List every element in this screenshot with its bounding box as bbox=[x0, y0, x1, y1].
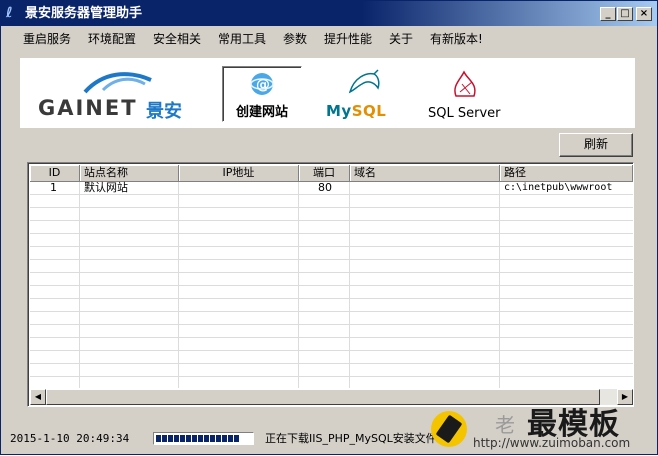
progress-block bbox=[204, 435, 209, 442]
table-row-empty bbox=[30, 351, 633, 364]
menu-new-version[interactable]: 有新版本! bbox=[430, 32, 483, 47]
close-button[interactable]: × bbox=[636, 7, 652, 21]
progress-block bbox=[174, 435, 179, 442]
status-message: 正在下载IIS_PHP_MySQL安装文件 bbox=[265, 432, 437, 445]
sqlserver-icon bbox=[454, 70, 476, 97]
gainet-brand-cn: 景安 bbox=[146, 101, 182, 122]
download-progress-bar bbox=[153, 432, 254, 445]
table-row-empty bbox=[30, 325, 633, 338]
menu-env-config[interactable]: 环境配置 bbox=[88, 32, 136, 47]
menu-tools[interactable]: 常用工具 bbox=[218, 32, 266, 47]
gainet-logo: GAINET 景安 bbox=[38, 68, 198, 122]
table-row-empty bbox=[30, 312, 633, 325]
table-row-empty bbox=[30, 260, 633, 273]
menu-bar: 重启服务 环境配置 安全相关 常用工具 参数 提升性能 关于 有新版本! bbox=[1, 27, 657, 51]
table-row-empty bbox=[30, 208, 633, 221]
refresh-button[interactable]: 刷新 bbox=[559, 133, 633, 157]
site-list[interactable]: ID 站点名称 IP地址 端口 域名 路径 1 默认网站 80 c:\inetp… bbox=[27, 162, 634, 407]
table-row-empty bbox=[30, 286, 633, 299]
app-window: ℓ 景安服务器管理助手 _ □ × 重启服务 环境配置 安全相关 常用工具 参数… bbox=[0, 0, 658, 455]
progress-block bbox=[156, 435, 161, 442]
app-icon: ℓ bbox=[6, 5, 13, 21]
sqlserver-button[interactable]: SQL Server bbox=[422, 66, 504, 122]
progress-block bbox=[162, 435, 167, 442]
progress-block bbox=[180, 435, 185, 442]
progress-block bbox=[222, 435, 227, 442]
table-row-empty bbox=[30, 195, 633, 208]
list-body: 1 默认网站 80 c:\inetpub\wwwroot bbox=[30, 182, 633, 390]
scroll-left-arrow-icon[interactable]: ◀ bbox=[30, 389, 46, 405]
create-site-label: 创建网站 bbox=[235, 105, 288, 120]
progress-block bbox=[198, 435, 203, 442]
globe-icon: @ bbox=[250, 73, 274, 95]
cell-port: 80 bbox=[318, 181, 332, 194]
list-header: ID 站点名称 IP地址 端口 域名 路径 bbox=[30, 165, 633, 182]
progress-block bbox=[216, 435, 221, 442]
progress-block bbox=[210, 435, 215, 442]
menu-about[interactable]: 关于 bbox=[389, 32, 413, 47]
column-header-ip[interactable]: IP地址 bbox=[179, 165, 299, 182]
progress-block bbox=[186, 435, 191, 442]
menu-security[interactable]: 安全相关 bbox=[153, 32, 201, 47]
table-row-empty bbox=[30, 338, 633, 351]
minimize-button[interactable]: _ bbox=[600, 7, 616, 21]
sqlserver-label: SQL Server bbox=[428, 106, 501, 121]
table-row-empty bbox=[30, 234, 633, 247]
table-row[interactable]: 1 默认网站 80 c:\inetpub\wwwroot bbox=[30, 182, 633, 195]
progress-fill bbox=[156, 435, 239, 442]
pencil-logo-icon bbox=[431, 411, 467, 447]
mysql-label: MySQL bbox=[326, 102, 386, 120]
mysql-dolphin-icon bbox=[348, 69, 380, 94]
mysql-label-sql: SQL bbox=[351, 102, 387, 120]
column-header-path[interactable]: 路径 bbox=[500, 165, 633, 182]
menu-params[interactable]: 参数 bbox=[283, 32, 307, 47]
watermark-small-text: 老 bbox=[495, 413, 515, 437]
column-header-domain[interactable]: 域名 bbox=[350, 165, 500, 182]
table-row-empty bbox=[30, 221, 633, 234]
gainet-swoosh-icon bbox=[83, 72, 152, 94]
mysql-label-my: My bbox=[326, 102, 352, 120]
column-header-id[interactable]: ID bbox=[30, 165, 80, 182]
title-bar[interactable]: ℓ 景安服务器管理助手 _ □ × bbox=[1, 1, 657, 26]
progress-block bbox=[192, 435, 197, 442]
progress-block bbox=[234, 435, 239, 442]
gainet-brand-text: GAINET bbox=[38, 96, 138, 120]
column-header-name[interactable]: 站点名称 bbox=[80, 165, 179, 182]
window-title: 景安服务器管理助手 bbox=[25, 6, 143, 21]
watermark-url: http://www.zuimoban.com bbox=[473, 436, 631, 450]
cell-name: 默认网站 bbox=[84, 181, 128, 194]
column-header-port[interactable]: 端口 bbox=[299, 165, 350, 182]
table-row-empty bbox=[30, 247, 633, 260]
table-row-empty bbox=[30, 364, 633, 377]
status-datetime: 2015-1-10 20:49:34 bbox=[10, 432, 130, 445]
svg-text:@: @ bbox=[256, 77, 270, 93]
create-site-button[interactable]: @ 创建网站 bbox=[222, 66, 302, 122]
menu-performance[interactable]: 提升性能 bbox=[324, 32, 372, 47]
table-row-empty bbox=[30, 299, 633, 312]
progress-block bbox=[228, 435, 233, 442]
cell-id: 1 bbox=[50, 181, 57, 194]
menu-restart-services[interactable]: 重启服务 bbox=[23, 32, 71, 47]
table-row-empty bbox=[30, 273, 633, 286]
mysql-button[interactable]: MySQL bbox=[320, 66, 404, 122]
toolbar-panel: GAINET 景安 @ 创建网站 MySQL SQL Server bbox=[20, 58, 635, 128]
cell-path: c:\inetpub\wwwroot bbox=[504, 182, 613, 193]
watermark: 老 最模板 http://www.zuimoban.com bbox=[429, 397, 658, 456]
progress-block bbox=[168, 435, 173, 442]
maximize-button[interactable]: □ bbox=[617, 7, 633, 21]
